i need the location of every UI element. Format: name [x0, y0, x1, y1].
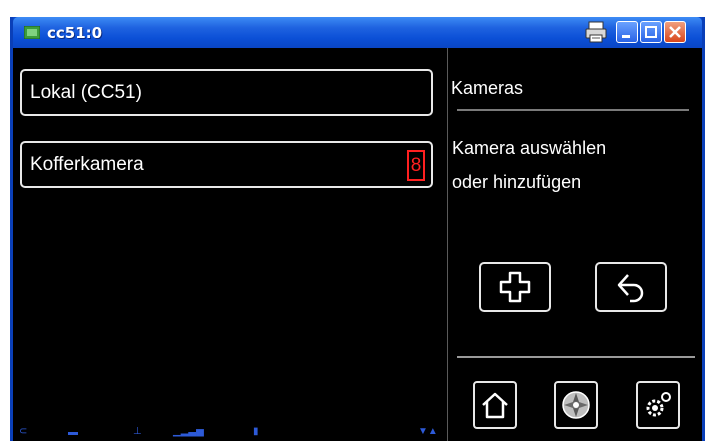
settings-button[interactable]: [636, 381, 680, 429]
home-button[interactable]: [473, 381, 517, 429]
instruction-line-1: Kamera auswählen: [452, 138, 607, 158]
media-button[interactable]: [554, 381, 598, 429]
home-icon: [482, 392, 508, 419]
usb-icon: ⊂: [19, 426, 28, 437]
maximize-icon: [645, 26, 657, 38]
plus-icon: [499, 271, 531, 303]
app-icon: [23, 25, 41, 40]
signal-strength-icon: ▁▂▃▅: [173, 426, 204, 437]
status-bar: ⊂ ▬ ⊥ ▁▂▃▅ ▮ ▼▲: [13, 424, 443, 441]
back-arrow-icon: [617, 274, 644, 303]
minimize-icon: [622, 35, 630, 38]
app-content: Lokal (CC51) Kofferkamera 8 Kameras Kame…: [13, 48, 702, 441]
panel-divider-top: [457, 109, 689, 111]
camera-item-label: Lokal (CC51): [30, 82, 142, 103]
battery-icon: ▮: [253, 426, 259, 437]
panel-divider-bottom: [457, 356, 695, 358]
instruction-line-2: oder hinzufügen: [452, 172, 582, 192]
maximize-button[interactable]: [640, 21, 662, 43]
camera-item-kofferkamera[interactable]: Kofferkamera 8: [20, 141, 433, 188]
title-bar[interactable]: cc51:0: [13, 17, 702, 48]
wifi-indicator-icon: ▼▲: [418, 426, 438, 437]
panel-instruction: Kamera auswählen oder hinzufügen: [452, 131, 682, 199]
gears-icon: [646, 392, 671, 417]
app-window: cc51:0 Lokal (CC51) Kofferkamera 8 Kamer…: [10, 17, 705, 441]
window-title: cc51:0: [47, 24, 103, 42]
minimize-button[interactable]: [616, 21, 638, 43]
camera-item-lokal[interactable]: Lokal (CC51): [20, 69, 433, 116]
add-camera-button[interactable]: [479, 262, 551, 312]
close-button[interactable]: [664, 21, 686, 43]
network-icon: ▬: [68, 427, 78, 438]
panel-divider: [447, 48, 448, 441]
panel-title: Kameras: [451, 78, 524, 98]
antenna-icon: ⊥: [133, 426, 142, 437]
media-icon: [562, 391, 590, 419]
back-button[interactable]: [595, 262, 667, 312]
camera-item-label: Kofferkamera: [30, 154, 144, 175]
printer-icon[interactable]: [584, 20, 608, 44]
close-icon: [669, 26, 681, 38]
camera-badge: 8: [407, 150, 425, 181]
